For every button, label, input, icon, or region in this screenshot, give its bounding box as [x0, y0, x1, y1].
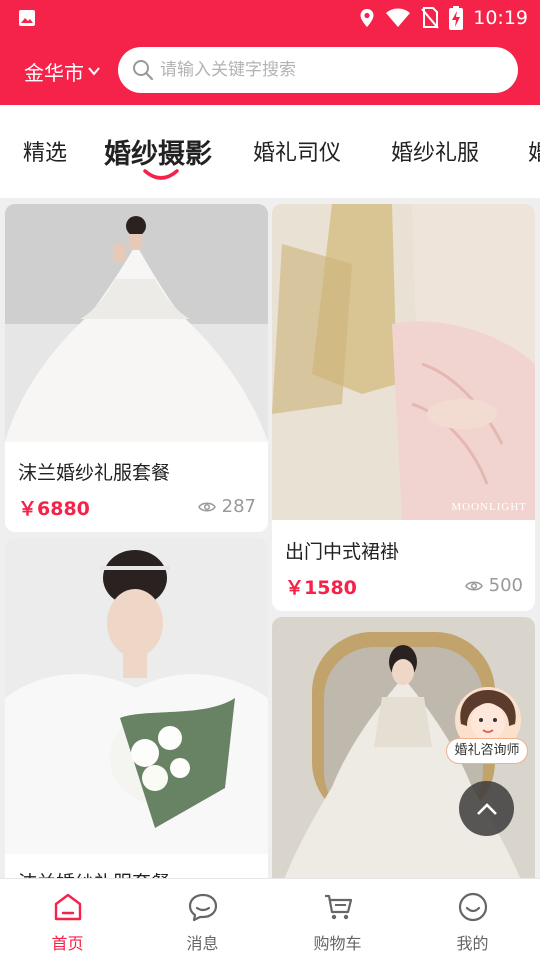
nav-messages-label: 消息: [186, 934, 219, 953]
location-icon: [360, 9, 374, 27]
eye-icon: [197, 502, 216, 511]
chevron-up-icon: [476, 802, 497, 815]
scroll-to-top-button[interactable]: [459, 781, 514, 836]
view-count: 287: [197, 496, 256, 517]
profile-icon: [458, 892, 487, 922]
view-count: 500: [464, 575, 523, 596]
city-label: 金华市: [24, 60, 84, 85]
home-icon: [54, 893, 81, 921]
advisor-label[interactable]: 婚礼咨询师: [446, 738, 528, 764]
product-image: [5, 538, 268, 854]
nav-cart[interactable]: 购物车: [270, 879, 405, 960]
search-icon: [133, 60, 154, 81]
nav-home-label: 首页: [51, 934, 84, 953]
status-time: 10:19: [473, 7, 528, 29]
product-title: 沫兰婚纱礼服套餐: [18, 868, 170, 878]
message-icon: [188, 893, 217, 922]
tab-more[interactable]: 婚: [528, 135, 540, 167]
active-tab-indicator: [143, 169, 179, 180]
search-input[interactable]: [160, 60, 490, 80]
bottom-navigation: 首页 消息 购物车 我的: [0, 878, 540, 960]
product-card[interactable]: 沫兰婚纱礼服套餐 ￥6880 287: [5, 204, 268, 532]
nav-messages[interactable]: 消息: [135, 879, 270, 960]
product-image: [5, 204, 268, 442]
product-image: [272, 204, 535, 520]
tab-featured[interactable]: 精选: [23, 135, 67, 167]
product-card[interactable]: 沫兰婚纱礼服套餐: [5, 538, 268, 878]
nav-profile-label: 我的: [456, 934, 489, 953]
nav-cart-label: 购物车: [313, 934, 362, 953]
app-header: 10:19 金华市: [0, 0, 540, 105]
product-price: ￥6880: [18, 498, 90, 520]
view-count-value: 287: [221, 496, 256, 517]
product-price: ￥1580: [285, 577, 357, 599]
category-tabs: 精选 婚纱摄影 婚礼司仪 婚纱礼服 婚: [0, 105, 540, 198]
product-card[interactable]: MOONLIGHT 出门中式裙褂 ￥1580 500: [272, 204, 535, 611]
product-title: 出门中式裙褂: [285, 541, 400, 563]
search-bar[interactable]: [118, 47, 518, 93]
city-selector[interactable]: 金华市: [24, 55, 101, 87]
eye-icon: [464, 581, 483, 590]
nav-home[interactable]: 首页: [0, 879, 135, 960]
watermark-text: MOONLIGHT: [451, 501, 527, 513]
tab-wedding-host[interactable]: 婚礼司仪: [253, 135, 341, 167]
view-count-value: 500: [488, 575, 523, 596]
tab-wedding-dress[interactable]: 婚纱礼服: [391, 135, 479, 167]
chevron-down-icon: [88, 67, 100, 76]
wifi-icon: [386, 8, 411, 27]
nav-profile[interactable]: 我的: [405, 879, 540, 960]
product-title: 沫兰婚纱礼服套餐: [18, 462, 171, 484]
no-sim-icon: [421, 7, 439, 29]
battery-charging-icon: [449, 6, 464, 30]
tab-wedding-photography[interactable]: 婚纱摄影: [104, 132, 212, 171]
gallery-icon: [19, 10, 35, 26]
cart-icon: [324, 894, 352, 920]
product-feed: 沫兰婚纱礼服套餐 ￥6880 287 MOONLIGHT 出门中式裙褂 ￥158…: [0, 198, 540, 878]
status-bar: 10:19: [0, 0, 540, 36]
